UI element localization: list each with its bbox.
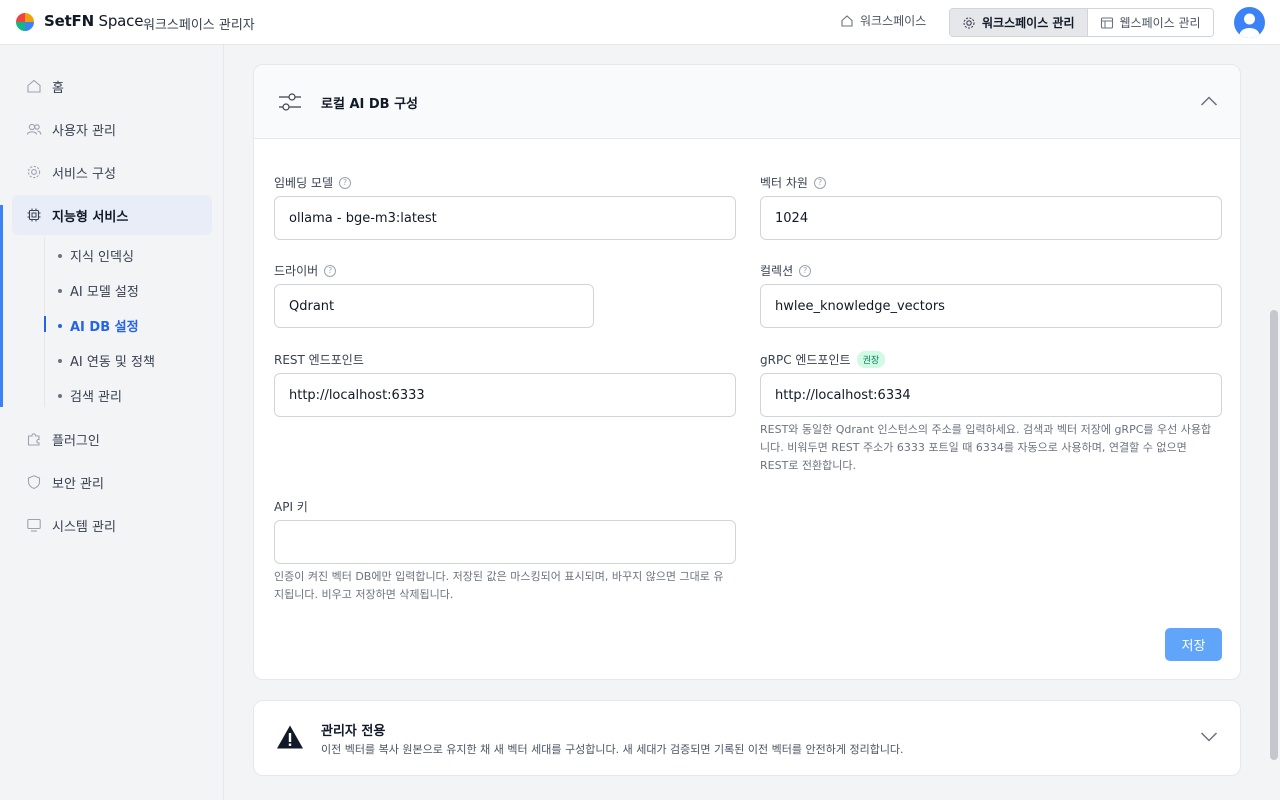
sliders-icon [279,93,301,111]
top-bar: SetFN Space 워크스페이스 관리자 워크스페이스 워크스페이스 관리 … [0,0,1280,45]
bullet [58,288,62,293]
sidebar-active-indicator [0,205,3,407]
bullet [58,358,62,363]
rest-endpoint-input[interactable]: http://localhost:6333 [274,373,736,417]
nav-workspace-link[interactable]: 워크스페이스 [840,12,926,29]
vector-dimension-label: 벡터 차원 ? [760,174,826,191]
embedding-model-field[interactable]: ollama - bge-m3:latest [274,196,736,240]
bullet [58,323,62,328]
admin-panel-title: 관리자 전용 [321,724,386,739]
logo-icon [16,13,34,31]
recommended-badge: 권장 [856,351,886,368]
api-key-input[interactable] [274,520,736,564]
chevron-up-icon[interactable] [1200,95,1218,107]
sidebar-subitem-ai-db[interactable]: AI DB 설정 [58,316,139,335]
scrollbar-thumb[interactable] [1270,310,1278,760]
puzzle-icon [27,433,40,446]
collection-label: 컬렉션 ? [760,262,812,279]
tab-workspace-admin[interactable]: 워크스페이스 관리 [950,9,1088,36]
embedding-model-label: 임베딩 모델 ? [274,174,352,191]
sidebar-subitem-search[interactable]: 검색 관리 [58,386,122,405]
sidebar-subitem-ai-integration[interactable]: AI 연동 및 정책 [58,351,155,370]
warning-icon [277,725,303,749]
sidebar-item-users[interactable]: 사용자 관리 [12,109,212,149]
help-icon[interactable]: ? [813,176,826,189]
grpc-endpoint-label: gRPC 엔드포인트 권장 [760,351,886,368]
sidebar-item-security[interactable]: 보안 관리 [12,462,212,502]
sidebar-subitem-knowledge-indexing[interactable]: 지식 인덱싱 [58,246,134,265]
chevron-down-icon[interactable] [1200,731,1218,743]
sidebar-item-service-config[interactable]: 서비스 구성 [12,152,212,192]
bullet [58,253,62,258]
user-icon [1239,13,1260,38]
grpc-endpoint-input[interactable]: http://localhost:6334 [760,373,1222,417]
home-icon [27,79,41,93]
home-icon [841,14,853,27]
driver-field[interactable]: Qdrant [274,284,594,328]
shield-icon [27,475,41,490]
user-avatar[interactable] [1234,7,1265,38]
save-button[interactable]: 저장 [1165,628,1222,661]
users-icon [26,123,42,135]
admin-tab-group: 워크스페이스 관리 웹스페이스 관리 [949,8,1214,37]
panel-title: 로컬 AI DB 구성 [321,97,419,112]
driver-label: 드라이버 ? [274,262,337,279]
grpc-help-text: REST와 동일한 Qdrant 인스턴스의 주소를 입력하세요. 검색과 벡터… [760,423,1212,472]
sidebar-subitem-ai-model[interactable]: AI 모델 설정 [58,281,139,300]
sidebar-item-system[interactable]: 시스템 관리 [12,505,212,545]
help-icon[interactable]: ? [324,264,337,277]
help-icon[interactable]: ? [339,176,352,189]
api-key-label: API 키 [274,500,308,514]
bullet [58,393,62,398]
collection-field[interactable]: hwlee_knowledge_vectors [760,284,1222,328]
vector-dimension-field[interactable]: 1024 [760,196,1222,240]
tab-webspace-admin[interactable]: 웹스페이스 관리 [1087,9,1213,36]
sidebar-item-intelligent-service[interactable]: 지능형 서비스 [12,195,212,235]
rest-endpoint-label: REST 엔드포인트 [274,353,364,367]
layout-icon [1100,16,1113,29]
monitor-icon [27,518,41,532]
brand-subtitle: 워크스페이스 관리자 [143,18,255,33]
submenu-active-indicator [44,316,46,332]
sidebar-item-home[interactable]: 홈 [12,66,212,106]
brand-name[interactable]: SetFN Space [44,12,143,30]
panel-header[interactable]: 로컬 AI DB 구성 [254,65,1240,139]
help-icon[interactable]: ? [799,264,812,277]
sidebar-item-plugins[interactable]: 플러그인 [12,419,212,459]
admin-only-panel[interactable]: 관리자 전용 이전 벡터를 복사 원본으로 유지한 채 새 벡터 세대를 구성합… [253,700,1241,776]
gear-icon [963,16,975,29]
admin-panel-description: 이전 벡터를 복사 원본으로 유지한 채 새 벡터 세대를 구성합니다. 새 세… [321,743,904,756]
api-key-help-text: 인증이 켜진 벡터 DB에만 입력합니다. 저장된 값은 마스킹되어 표시되며,… [274,570,724,601]
local-ai-db-panel: 로컬 AI DB 구성 임베딩 모델 ? ollama - bge-m3:lat… [253,64,1241,680]
sidebar: 홈 사용자 관리 서비스 구성 지능형 서비스 지식 인덱싱 AI 모델 설정 … [0,45,224,800]
gear-icon [27,165,41,179]
chip-icon [27,208,41,222]
